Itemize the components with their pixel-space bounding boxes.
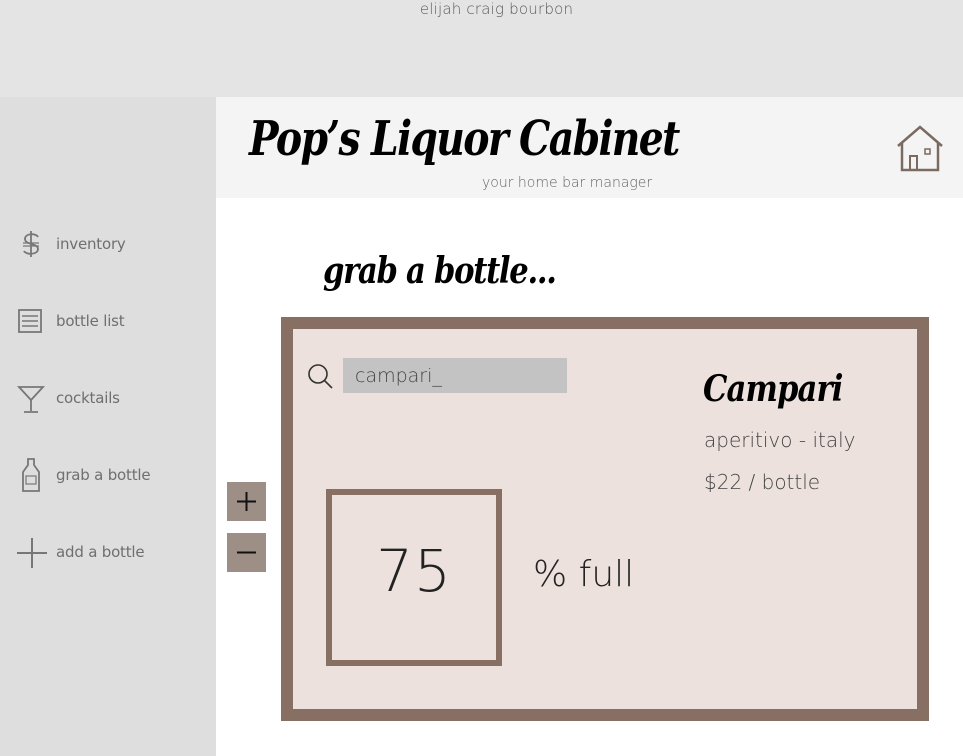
sidebar-item-grab-a-bottle[interactable]: grab a bottle: [0, 450, 216, 500]
percent-full-label: % full: [533, 554, 635, 595]
app-title: Pop’s Liquor Cabinet: [249, 111, 680, 167]
home-icon[interactable]: [896, 124, 944, 172]
list-icon: [18, 309, 42, 333]
plus-icon: [237, 492, 256, 511]
sidebar-item-label: add a bottle: [56, 543, 145, 561]
dollar-icon: [23, 231, 39, 257]
cocktail-glass-icon: [16, 386, 46, 413]
app-header: Pop’s Liquor Cabinet your home bar manag…: [216, 97, 963, 198]
search-icon[interactable]: [306, 362, 334, 390]
bottle-category: aperitivo - italy: [704, 428, 856, 452]
minus-icon: [237, 551, 256, 554]
sidebar-item-cocktails[interactable]: cocktails: [0, 373, 216, 423]
sidebar-item-label: inventory: [56, 235, 126, 253]
bottle-icon: [22, 458, 40, 492]
bottle-name: Campari: [703, 368, 843, 410]
percent-full-value: 75: [376, 537, 452, 605]
sidebar-item-label: grab a bottle: [56, 466, 151, 484]
plus-icon: [17, 538, 47, 568]
sidebar-item-inventory[interactable]: inventory: [0, 219, 216, 269]
top-bar: elijah craig bourbon: [0, 0, 963, 97]
percent-full-box[interactable]: 75: [326, 489, 502, 666]
search-input[interactable]: [343, 358, 567, 393]
open-bottle-tab[interactable]: elijah craig bourbon: [0, 0, 963, 18]
decrease-button[interactable]: [227, 533, 266, 572]
app-subtitle: your home bar manager: [482, 175, 653, 191]
bottle-price: $22 / bottle: [704, 470, 821, 494]
sidebar-item-label: bottle list: [56, 312, 125, 330]
sidebar-item-add-a-bottle[interactable]: add a bottle: [0, 527, 216, 577]
section-title: grab a bottle...: [323, 250, 557, 292]
sidebar: inventory bottle list cocktails grab a b…: [0, 97, 216, 756]
sidebar-item-label: cocktails: [56, 389, 120, 407]
sidebar-item-bottle-list[interactable]: bottle list: [0, 296, 216, 346]
increase-button[interactable]: [227, 482, 266, 521]
